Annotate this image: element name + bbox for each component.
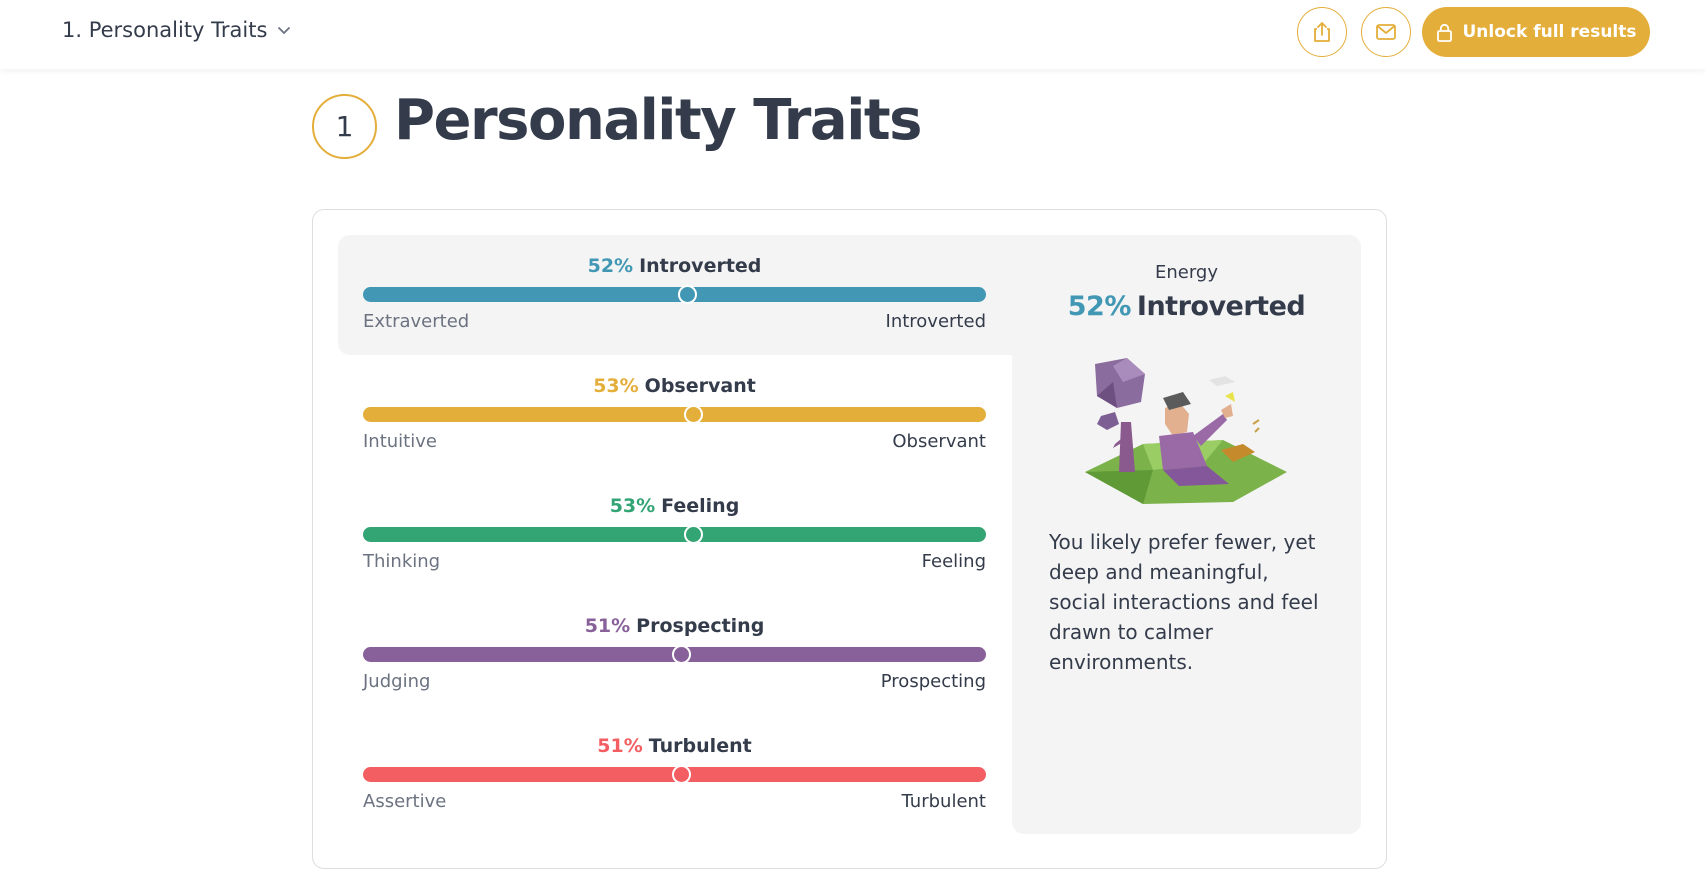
share-icon	[1314, 22, 1330, 42]
trait-bar	[363, 527, 986, 542]
trait-heading: 51% Prospecting	[363, 615, 986, 637]
trait-row-prospecting[interactable]: 51% Prospecting Judging Prospecting	[363, 615, 986, 715]
unlock-button-label: Unlock full results	[1462, 22, 1637, 42]
introvert-illustration	[1085, 358, 1287, 504]
trait-right-label: Prospecting	[880, 671, 986, 692]
panel-trait-name: Introverted	[1136, 291, 1306, 322]
trait-percent: 51%	[584, 615, 631, 637]
panel-percent: 52%	[1067, 291, 1132, 322]
trait-left-label: Thinking	[363, 551, 441, 572]
trait-slider-knob	[671, 645, 691, 664]
mail-icon	[1376, 24, 1396, 40]
email-button[interactable]	[1361, 7, 1411, 57]
trait-left-label: Extraverted	[363, 311, 470, 332]
panel-heading: 52% Introverted	[1012, 291, 1361, 322]
section-dropdown[interactable]: 1. Personality Traits	[62, 18, 291, 42]
panel-category: Energy	[1154, 262, 1219, 283]
trait-name: Introverted	[639, 255, 762, 277]
top-bar: 1. Personality Traits Unlock full result…	[0, 0, 1706, 69]
trait-row-feeling[interactable]: 53% Feeling Thinking Feeling	[363, 495, 986, 595]
trait-percent: 53%	[609, 495, 656, 517]
trait-right-label: Observant	[892, 431, 986, 452]
trait-percent: 52%	[587, 255, 634, 277]
trait-heading: 53% Observant	[363, 375, 986, 397]
trait-name: Prospecting	[636, 615, 765, 637]
trait-heading: 53% Feeling	[363, 495, 986, 517]
trait-row-turbulent[interactable]: 51% Turbulent Assertive Turbulent	[363, 735, 986, 835]
share-button[interactable]	[1297, 7, 1347, 57]
trait-name: Observant	[644, 375, 756, 397]
lock-icon	[1436, 23, 1452, 42]
panel-description: You likely prefer fewer, yet deep and me…	[1049, 530, 1319, 674]
page-title: Personality Traits	[394, 88, 923, 153]
trait-left-label: Judging	[363, 671, 431, 692]
trait-heading: 52% Introverted	[363, 255, 986, 277]
trait-heading: 51% Turbulent	[363, 735, 986, 757]
trait-slider-knob	[678, 285, 697, 304]
unlock-full-results-button[interactable]: Unlock full results	[1422, 7, 1650, 57]
trait-bar	[363, 407, 986, 422]
trait-name: Feeling	[661, 495, 740, 517]
trait-slider-knob	[671, 765, 691, 784]
chevron-down-icon	[278, 27, 291, 34]
section-dropdown-label: 1. Personality Traits	[62, 18, 268, 42]
section-number-badge: 1	[312, 94, 377, 159]
trait-percent: 51%	[597, 735, 643, 757]
trait-row-introverted[interactable]: 52% Introverted Extraverted Introverted	[363, 255, 986, 355]
trait-name: Turbulent	[648, 735, 752, 757]
trait-percent: 53%	[593, 375, 639, 397]
trait-row-observant[interactable]: 53% Observant Intuitive Observant	[363, 375, 986, 475]
trait-left-label: Intuitive	[363, 431, 437, 452]
trait-right-label: Feeling	[921, 551, 986, 572]
trait-bar	[363, 287, 986, 302]
trait-left-label: Assertive	[363, 791, 447, 812]
trait-right-label: Introverted	[885, 311, 986, 332]
trait-right-label: Turbulent	[901, 791, 986, 812]
